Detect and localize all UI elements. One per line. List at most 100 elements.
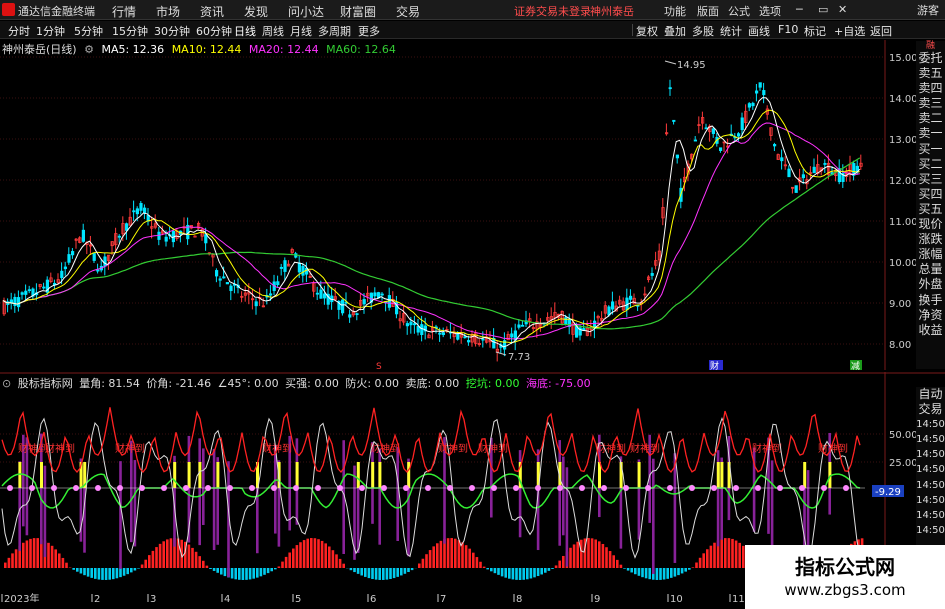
red-bar [342,563,345,568]
candle-body [751,102,755,107]
signal-dot [447,485,453,491]
signal-dot [491,485,497,491]
side-item[interactable]: 现价 [916,217,945,232]
cyan-bar [238,568,241,580]
purple-bar [562,456,565,536]
cyan-bar [94,568,97,579]
red-bar [616,559,619,568]
cyan-bar [367,568,371,579]
candle-body [315,292,320,295]
candle-body [164,236,168,242]
candle-body [794,185,798,193]
yellow-bar [371,462,375,488]
red-bar [169,538,173,568]
side-item[interactable]: 净资 [916,308,945,323]
side-item[interactable]: 换手 [916,293,945,308]
red-bar [713,542,716,568]
marker-s[interactable]: S [376,362,382,370]
side-item[interactable]: 涨跌 [916,232,945,247]
side-item[interactable]: 总量 [916,262,945,277]
side-item[interactable]: 买五 [916,202,945,217]
candle-body [719,147,723,151]
candle-body [139,203,143,211]
auto-trade-item[interactable]: 自动 [916,387,945,402]
indicator-bars [4,432,864,580]
side-item[interactable]: 委托 [916,51,945,66]
cyan-bar [522,568,525,580]
side-item[interactable]: 涨幅 [916,247,945,262]
cyan-bar [133,568,137,571]
cyan-bar [673,568,677,577]
red-bar [65,562,68,568]
cyan-bar [112,568,115,580]
date-tick: 10 [670,594,683,602]
candle-body [758,82,762,88]
ma60-line [2,157,861,330]
cyan-bar [518,568,522,580]
red-bar [4,562,7,568]
cyan-bar [680,568,684,574]
cyan-bar [666,568,669,579]
signal-dot [579,485,585,491]
cyan-bar [407,568,410,573]
auto-trade-item[interactable]: 交易 [916,402,945,417]
signal-dot [315,485,321,491]
candle-body [63,266,67,270]
red-bar [605,547,608,568]
cyan-bar [374,568,378,580]
candlestick-chart[interactable]: 15.00 14.00 13.00 12.00 11.00 10.00 9.00… [0,0,945,370]
candle-body [103,256,107,267]
candle-body [812,166,816,174]
cyan-bar [670,568,673,578]
side-item[interactable]: 买二 [916,157,945,172]
side-item[interactable]: 买一 [916,142,945,157]
finance-marker[interactable]: 财 [710,360,719,370]
red-bar [612,555,615,568]
ind-current: -9.29 [875,487,901,498]
watermark-title: 指标公式网 [795,555,895,579]
red-bar [299,542,302,568]
cyan-bar [659,568,662,580]
signal-dot [29,485,35,491]
reduce-marker[interactable]: 减 [851,360,860,370]
candle-body [412,323,417,326]
signal-dot [799,485,805,491]
yellow-bar [295,462,299,488]
red-bar [727,538,731,568]
signal-dot [843,485,849,491]
candle-body [373,292,377,297]
red-bar [306,538,309,568]
side-item[interactable]: 卖一 [916,126,945,141]
price-tick: 12.00 [889,176,918,187]
cyan-bar [234,568,237,580]
ind-tick: 25.00 [889,458,918,469]
signal-dot [73,485,79,491]
cyan-bar [104,568,108,580]
purple-bar [806,470,810,552]
side-item[interactable]: 买三 [916,172,945,187]
side-item[interactable]: 卖四 [916,81,945,96]
candle-body [355,313,359,316]
side-item[interactable]: 收益 [916,323,945,338]
side-item[interactable]: 卖五 [916,66,945,81]
red-bar [317,539,320,568]
candle-body [416,325,420,333]
date-tick: 2023年 [4,592,39,602]
side-item[interactable]: 外盘 [916,277,945,292]
time-item: 14:50 [916,524,945,536]
yellow-bar [356,462,360,488]
cyan-bar [259,568,263,577]
side-tag[interactable]: 融 [916,41,945,51]
red-bar [619,564,623,568]
signal-dot [667,485,673,491]
signal-dot [51,485,57,491]
cyan-bar [677,568,680,576]
cyan-bar [648,568,651,580]
side-item[interactable]: 卖二 [916,111,945,126]
yellow-bar [173,462,177,488]
red-bar [446,538,450,568]
cyan-bar [400,568,403,576]
date-tick: 6 [370,594,376,602]
side-item[interactable]: 卖三 [916,96,945,111]
side-item[interactable]: 买四 [916,187,945,202]
